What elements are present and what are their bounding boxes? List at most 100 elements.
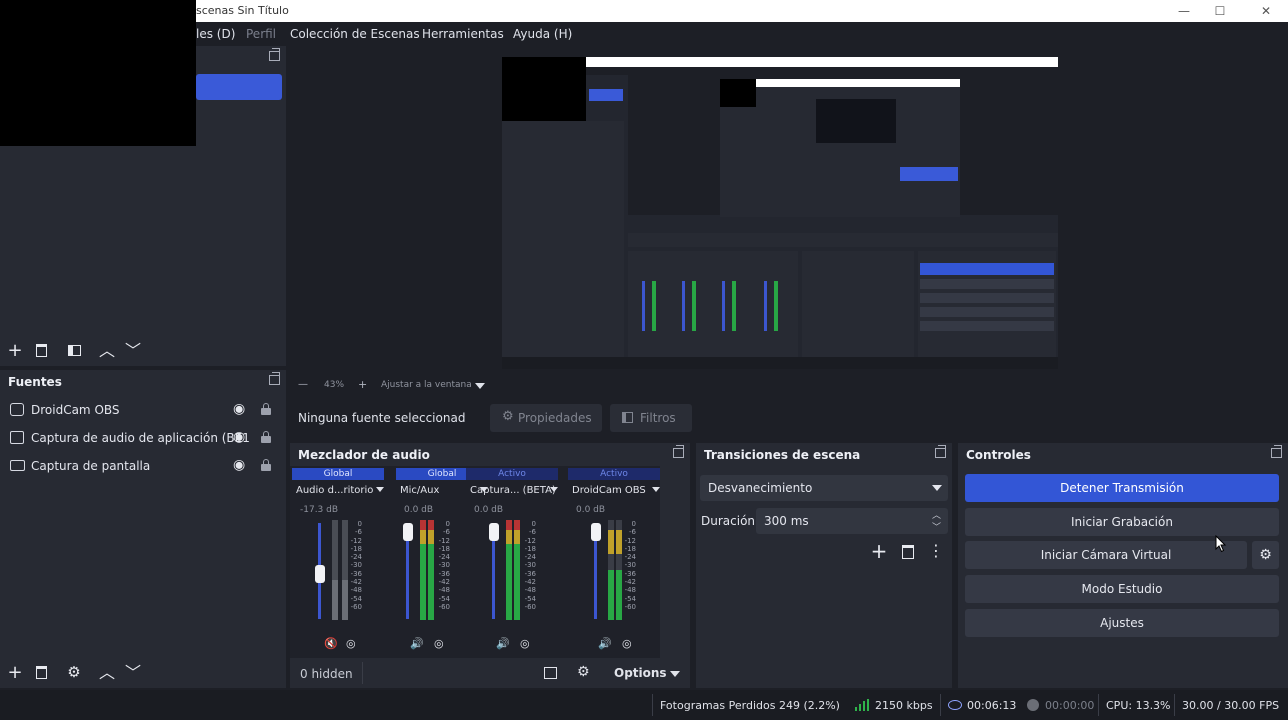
volume-knob[interactable]: [315, 565, 325, 583]
channel-name[interactable]: DroidCam OBS: [572, 485, 646, 496]
trash-icon[interactable]: [36, 666, 47, 679]
divider: [1174, 694, 1175, 716]
streaming-icon: [948, 700, 962, 710]
gear-icon[interactable]: ⚙: [577, 664, 590, 680]
stop-streaming-button[interactable]: Detener Transmisión: [965, 474, 1279, 502]
properties-button[interactable]: ⚙ Propiedades: [490, 404, 602, 432]
plus-icon[interactable]: +: [6, 342, 24, 360]
duration-spinbox[interactable]: 300 ms ︿ ﹀: [756, 508, 948, 534]
headphones-icon[interactable]: ◎: [346, 637, 356, 650]
source-name: Captura de audio de aplicación (BE1: [31, 431, 250, 445]
plus-icon[interactable]: +: [870, 541, 888, 561]
speaker-icon[interactable]: 🔊: [598, 637, 612, 650]
menu-item-help[interactable]: Ayuda (H): [513, 27, 572, 41]
source-item[interactable]: DroidCam OBS ◉: [0, 397, 284, 423]
channel-name[interactable]: Mic/Aux: [400, 485, 439, 496]
recording-icon: [1027, 699, 1039, 711]
source-name: Captura de pantalla: [31, 459, 151, 473]
level-meter: [428, 520, 434, 620]
lock-icon[interactable]: [261, 403, 271, 415]
arrow-up-icon[interactable]: ︿: [98, 343, 116, 359]
speaker-icon[interactable]: 🔊: [496, 637, 510, 650]
menu-item-profile[interactable]: Perfil: [246, 27, 276, 41]
headphones-icon[interactable]: ◎: [520, 637, 530, 650]
speaker-icon[interactable]: 🔊: [410, 637, 424, 650]
close-icon[interactable]: ✕: [1256, 2, 1276, 20]
zoom-in-button[interactable]: +: [358, 378, 367, 391]
no-source-label: Ninguna fuente seleccionad: [298, 411, 466, 425]
channel-name[interactable]: Audio d...ritorio: [296, 485, 373, 496]
filter-icon[interactable]: [68, 345, 81, 356]
dropped-frames: Fotogramas Perdidos 249 (2.2%): [660, 699, 840, 712]
chevron-down-icon[interactable]: [376, 487, 384, 492]
channel-db: 0.0 dB: [474, 505, 504, 515]
gear-icon[interactable]: ⚙: [65, 664, 83, 680]
undock-icon[interactable]: [673, 445, 684, 458]
chevron-down-icon[interactable]: ﹀: [932, 520, 941, 533]
chevron-down-icon[interactable]: [475, 383, 485, 389]
transition-select[interactable]: Desvanecimiento: [700, 475, 948, 501]
virtual-camera-settings-gear-icon[interactable]: ⚙: [1252, 541, 1279, 569]
transition-value: Desvanecimiento: [708, 481, 813, 495]
zoom-out-button[interactable]: —: [298, 379, 308, 390]
context-bar: Ninguna fuente seleccionad ⚙ Propiedades…: [290, 400, 1288, 438]
filters-button[interactable]: Filtros: [610, 404, 692, 432]
db-scale: 0 -6 -12 -18 -24 -30 -36 -42 -48 -54 -60: [350, 520, 362, 611]
channel-name[interactable]: Captura... (BETA): [470, 485, 556, 496]
undock-icon[interactable]: [1271, 445, 1282, 458]
start-virtual-camera-button[interactable]: Iniciar Cámara Virtual: [965, 541, 1247, 569]
headphones-icon[interactable]: ◎: [434, 637, 444, 650]
menu-item-tools[interactable]: Herramientas: [422, 27, 504, 41]
studio-mode-button[interactable]: Modo Estudio: [965, 575, 1279, 603]
arrow-up-icon[interactable]: ︿: [98, 665, 116, 681]
start-recording-button[interactable]: Iniciar Grabación: [965, 508, 1279, 536]
undock-icon[interactable]: [935, 445, 946, 458]
webcam-overlay: [0, 0, 196, 146]
visibility-eye-icon[interactable]: ◉: [233, 429, 245, 445]
arrow-down-icon[interactable]: ﹀: [124, 343, 142, 359]
source-item[interactable]: Captura de pantalla ◉: [0, 453, 284, 479]
plus-icon[interactable]: +: [6, 664, 24, 682]
arrow-down-icon[interactable]: ﹀: [124, 665, 142, 681]
scene-list-item-selected[interactable]: [196, 74, 282, 100]
bitrate: 2150 kbps: [875, 699, 933, 712]
app-audio-icon: [10, 431, 24, 444]
layout-icon[interactable]: [544, 667, 557, 679]
chevron-down-icon[interactable]: [652, 487, 660, 492]
menu-item-docks[interactable]: les (D): [196, 27, 235, 41]
trash-icon[interactable]: [36, 344, 47, 357]
mixer-channel: Global Audio d...ritorio -17.3 dB 0 -6 -12…: [292, 468, 388, 658]
channel-db: -17.3 dB: [300, 505, 339, 515]
source-item[interactable]: Captura de audio de aplicación (BE1 ◉: [0, 425, 284, 451]
undock-icon[interactable]: [269, 48, 280, 61]
muted-speaker-icon[interactable]: 🔇: [324, 637, 338, 650]
headphones-icon[interactable]: ◎: [622, 637, 632, 650]
preview-area[interactable]: [290, 46, 1288, 376]
preview-canvas[interactable]: [502, 57, 1058, 369]
window-title: scenas Sin Título: [196, 4, 289, 17]
trash-icon[interactable]: [902, 545, 914, 559]
options-menu[interactable]: Options: [614, 666, 667, 680]
volume-knob[interactable]: [403, 523, 413, 541]
undock-icon[interactable]: [269, 372, 280, 385]
more-options-icon[interactable]: ⋮: [927, 543, 945, 559]
channel-db: 0.0 dB: [576, 505, 606, 515]
lock-icon[interactable]: [261, 459, 271, 471]
volume-knob[interactable]: [591, 523, 601, 541]
volume-knob[interactable]: [489, 523, 499, 541]
channel-db: 0.0 dB: [404, 505, 434, 515]
fit-window-select[interactable]: Ajustar a la ventana: [381, 380, 472, 390]
level-meter: [506, 520, 512, 620]
filter-icon: [622, 412, 633, 423]
maximize-icon[interactable]: ☐: [1210, 2, 1230, 20]
visibility-eye-icon[interactable]: ◉: [233, 401, 245, 417]
lock-icon[interactable]: [261, 431, 271, 443]
db-scale: 0 -6 -12 -18 -24 -30 -36 -42 -48 -54 -60: [524, 520, 536, 611]
settings-button[interactable]: Ajustes: [965, 609, 1279, 637]
visibility-eye-icon[interactable]: ◉: [233, 457, 245, 473]
duration-value: 300 ms: [764, 514, 809, 528]
chevron-down-icon[interactable]: [670, 671, 680, 677]
minimize-icon[interactable]: —: [1174, 2, 1194, 20]
chevron-down-icon[interactable]: [550, 487, 558, 492]
menu-item-scene-collection[interactable]: Colección de Escenas: [290, 27, 420, 41]
